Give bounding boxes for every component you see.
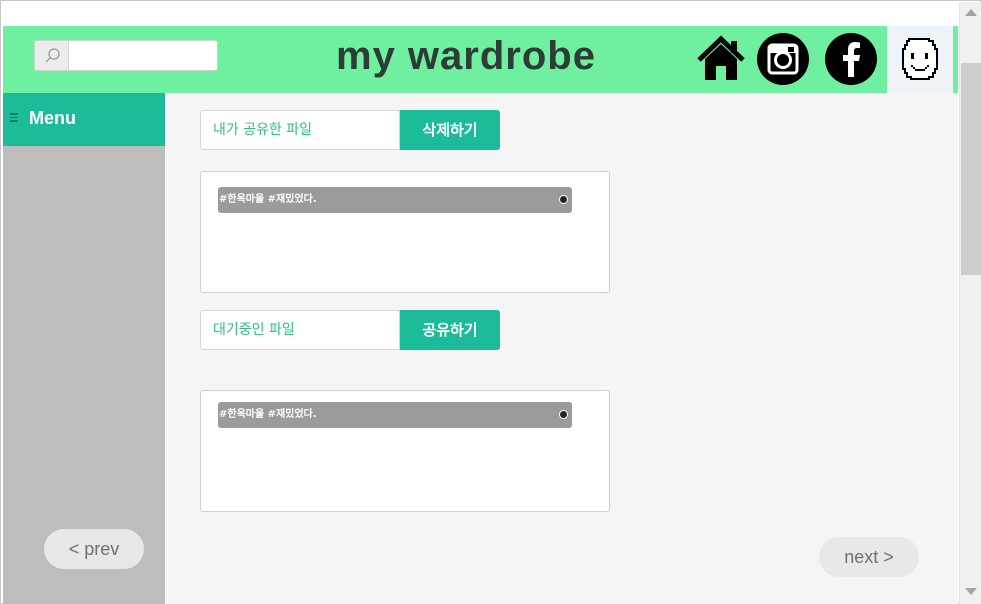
search-button[interactable] <box>35 41 69 70</box>
scroll-thumb[interactable] <box>961 63 981 275</box>
prev-button[interactable]: < prev <box>44 529 144 569</box>
browser-frame: my wardrobe Menu < prev 내가 공유한 파일 삭제하기 #… <box>0 0 981 604</box>
site-title: my wardrobe <box>336 34 596 78</box>
shared-files-panel: #한옥마을 #재밌었다. <box>200 171 610 293</box>
main-content: 내가 공유한 파일 삭제하기 #한옥마을 #재밌었다. 대기중인 파일 공유하기… <box>165 93 958 604</box>
home-icon[interactable] <box>695 33 747 85</box>
search-icon <box>45 48 60 63</box>
pending-files-label: 대기중인 파일 <box>200 310 400 350</box>
instagram-icon[interactable] <box>757 33 809 85</box>
shared-file-item[interactable]: #한옥마을 #재밌었다. <box>218 187 572 213</box>
profile-avatar[interactable] <box>887 26 953 93</box>
vertical-scrollbar[interactable] <box>959 2 981 604</box>
header-bar: my wardrobe <box>3 26 958 93</box>
search-box <box>34 40 218 71</box>
profile-face-icon <box>902 38 938 80</box>
file-name: #한옥마을 #재밌었다. <box>219 409 317 420</box>
pending-files-panel: #한옥마을 #재밌었다. <box>200 390 610 512</box>
share-button[interactable]: 공유하기 <box>400 310 500 350</box>
sidebar: Menu < prev <box>3 93 165 604</box>
facebook-icon[interactable] <box>825 33 877 85</box>
menu-toggle[interactable]: Menu <box>3 93 165 146</box>
pending-file-item[interactable]: #한옥마을 #재밌었다. <box>218 402 572 428</box>
menu-label: Menu <box>29 108 76 128</box>
radio-dot-icon[interactable] <box>559 195 568 204</box>
hamburger-icon <box>10 113 18 122</box>
shared-files-label: 내가 공유한 파일 <box>200 110 400 150</box>
radio-dot-icon[interactable] <box>559 410 568 419</box>
next-button[interactable]: next > <box>819 537 919 577</box>
scroll-down-arrow-icon[interactable] <box>965 588 977 595</box>
file-name: #한옥마을 #재밌었다. <box>219 194 317 205</box>
scroll-up-arrow-icon[interactable] <box>965 9 977 16</box>
delete-button[interactable]: 삭제하기 <box>400 110 500 150</box>
search-input[interactable] <box>70 41 216 70</box>
